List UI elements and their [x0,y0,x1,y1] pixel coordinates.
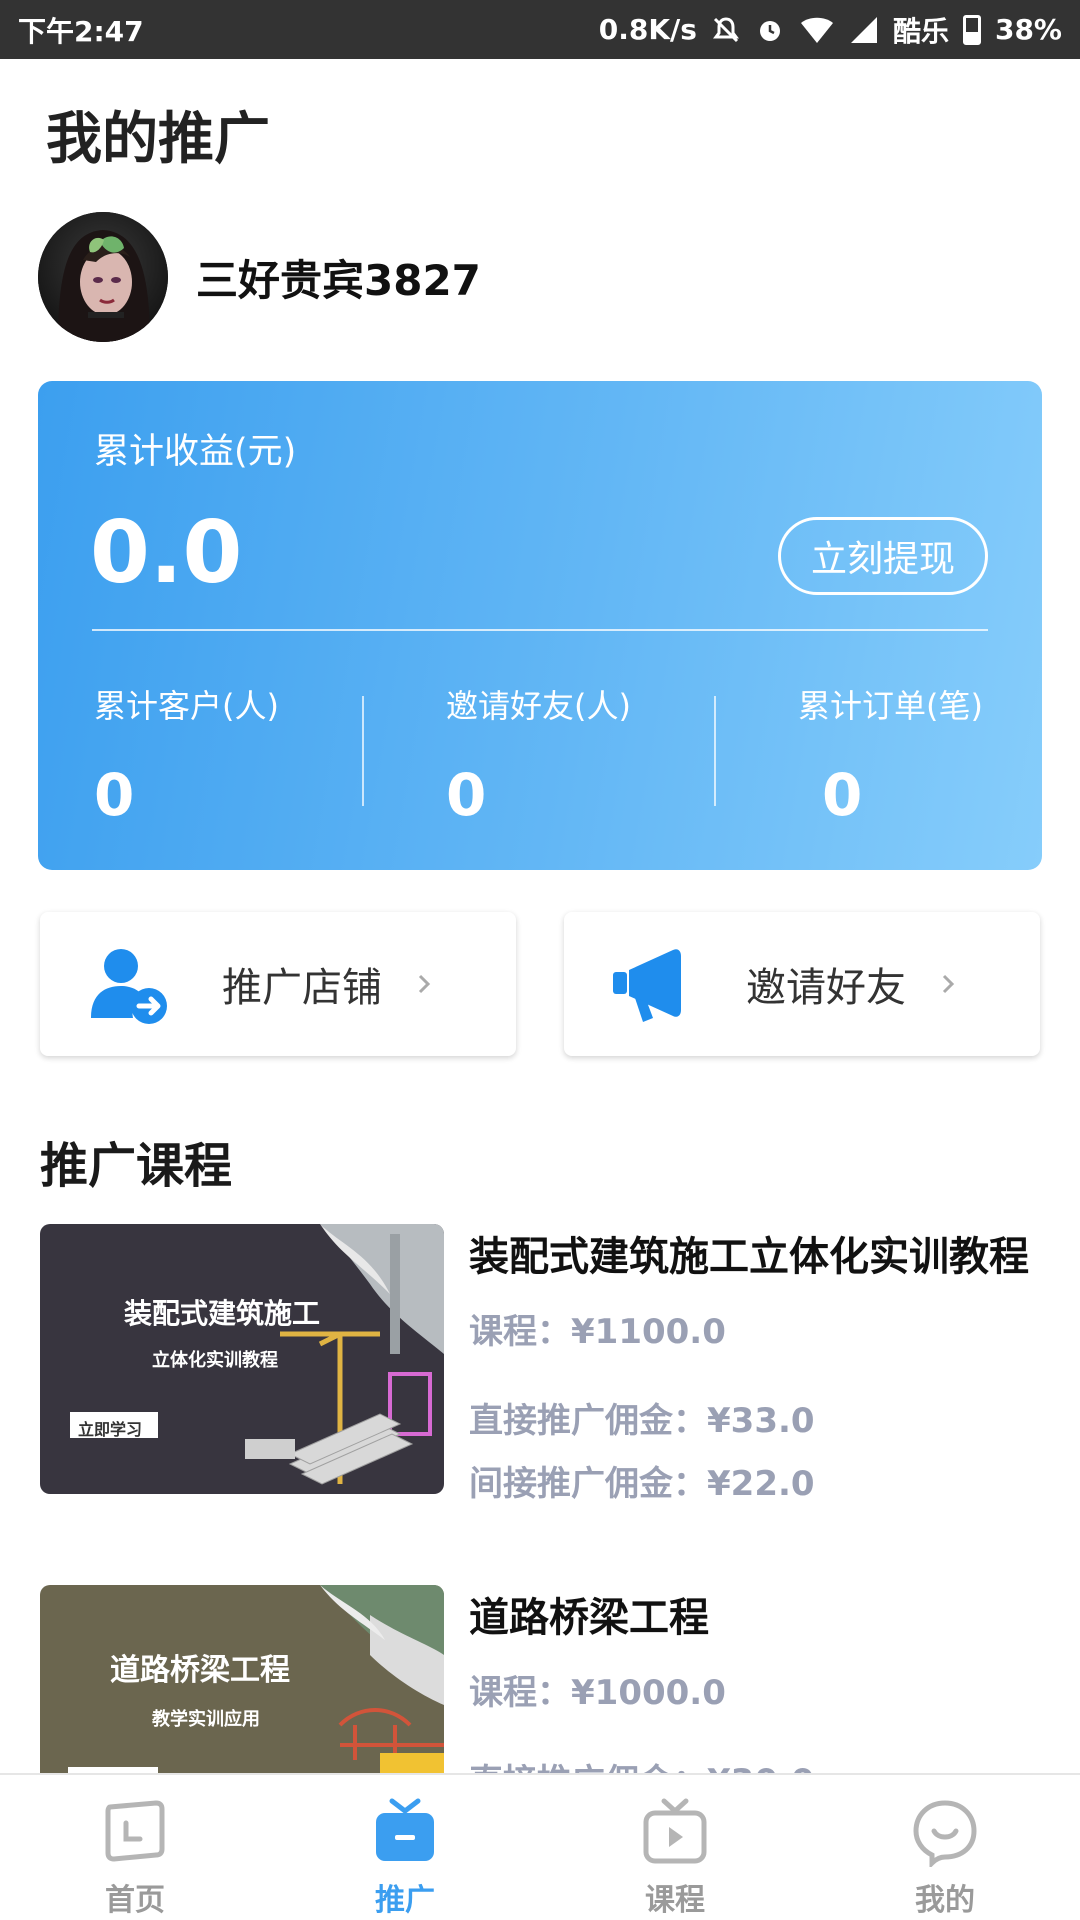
user-share-icon [84,939,174,1029]
invite-friends-label: 邀请好友 [746,965,906,1011]
mute-vibrate-icon [711,15,741,45]
section-title: 推广课程 [40,1138,233,1194]
profile-header[interactable]: 三好贵宾3827 [38,212,481,342]
course-price: 课程：¥1000.0 [469,1673,726,1713]
stat-label: 邀请好友(人) [446,687,631,725]
course-thumbnail[interactable]: 装配式建筑施工 立体化实训教程 立即学习 [40,1224,444,1494]
tab-label: 我的 [915,1883,975,1918]
earnings-card: 累计收益(元) 0.0 立刻提现 累计客户(人) 0 邀请好友(人) 0 累计订… [38,381,1042,870]
thumbnail-title: 道路桥梁工程 [110,1653,290,1688]
earnings-value: 0.0 [90,503,243,603]
course-info: 装配式建筑施工立体化实训教程 课程：¥1100.0 直接推广佣金：¥33.0 间… [469,1224,1059,1505]
course-info: 道路桥梁工程 课程：¥1000.0 直接推广佣金：¥30.0 [469,1585,1059,1803]
stat-value: 0 [446,761,487,829]
stat-divider [714,696,716,806]
home-tv-icon [105,1800,165,1862]
stat-value: 0 [822,761,863,829]
promote-shop-button[interactable]: 推广店铺 [40,912,516,1056]
tab-promote[interactable]: 推广 [270,1775,540,1920]
tab-label: 推广 [375,1883,435,1918]
promote-shop-label: 推广店铺 [222,965,382,1011]
stat-invited-friends: 邀请好友(人) 0 [446,681,631,829]
withdraw-button[interactable]: 立刻提现 [778,517,988,595]
play-tv-icon [643,1798,707,1864]
thumbnail-subtitle: 教学实训应用 [152,1709,260,1730]
stat-orders: 累计订单(笔) 0 [798,681,983,829]
thumbnail-cta: 立即学习 [78,1420,143,1439]
stat-value: 0 [94,761,135,829]
course-title: 道路桥梁工程 [469,1595,709,1641]
alarm-icon [755,15,785,45]
stat-label: 累计订单(笔) [798,687,983,725]
bottom-tab-bar: 首页 推广 课程 我的 [0,1773,1080,1920]
carrier-name: 酷乐 [892,14,949,48]
thumbnail-subtitle: 立体化实训教程 [152,1350,278,1371]
course-price: 课程：¥1100.0 [469,1312,726,1352]
signal-icon [849,15,879,45]
megaphone-icon [608,939,698,1029]
thumbnail-title: 装配式建筑施工 [124,1297,321,1330]
wifi-icon [799,15,835,45]
chevron-right-icon [418,974,431,994]
tab-label: 课程 [645,1883,705,1918]
stat-customers: 累计客户(人) 0 [94,681,279,829]
course-title: 装配式建筑施工立体化实训教程 [469,1234,1029,1280]
chevron-right-icon [942,974,955,994]
tab-home[interactable]: 首页 [0,1775,270,1920]
invite-friends-button[interactable]: 邀请好友 [564,912,1040,1056]
tab-courses[interactable]: 课程 [540,1775,810,1920]
earnings-label: 累计收益(元) [94,432,297,472]
status-bar: 下午2:47 0.8K/s 酷乐 38% [0,0,1080,59]
stat-label: 累计客户(人) [94,687,279,725]
course-thumbnail[interactable]: 道路桥梁工程 教学实训应用 [40,1585,444,1773]
page-title: 我的推广 [46,107,270,172]
screen: 下午2:47 0.8K/s 酷乐 38% 我的推广 三好贵宾3827 累计收益(… [0,0,1080,1920]
status-icons: 0.8K/s 酷乐 38% [599,10,1062,50]
network-speed: 0.8K/s [598,13,697,46]
avatar[interactable] [38,212,168,342]
battery-percent: 38% [994,13,1062,46]
direct-commission: 直接推广佣金：¥33.0 [469,1401,815,1441]
promote-tv-icon [376,1798,434,1861]
card-divider [92,629,988,631]
battery-icon [962,14,981,45]
stat-divider [362,696,364,806]
status-time: 下午2:47 [18,14,144,48]
face-icon [913,1800,977,1867]
tab-mine[interactable]: 我的 [810,1775,1080,1920]
indirect-commission: 间接推广佣金：¥22.0 [469,1464,815,1504]
tab-label: 首页 [105,1883,165,1918]
username: 三好贵宾3827 [196,255,481,305]
